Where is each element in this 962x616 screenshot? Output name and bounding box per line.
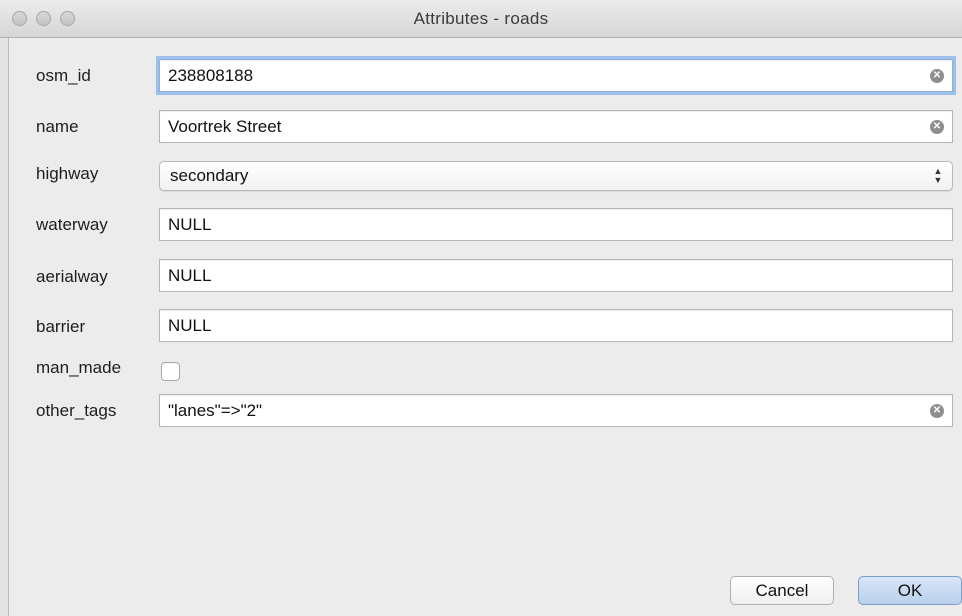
aerialway-field[interactable]: NULL [159,259,953,292]
clear-icon[interactable]: ✕ [930,404,944,418]
window-title: Attributes - roads [413,9,549,28]
other-tags-field[interactable]: "lanes"=>"2" ✕ [159,394,953,427]
ok-button[interactable]: OK [858,576,962,605]
barrier-label: barrier [36,317,86,336]
man-made-label: man_made [36,358,122,377]
cancel-button[interactable]: Cancel [730,576,834,605]
form-area: osm_id 238808188 ✕ name Voortrek Street … [10,38,962,616]
osm-id-value: 238808188 [168,66,254,85]
clear-icon[interactable]: ✕ [930,69,944,83]
attributes-dialog: Attributes - roads osm_id 238808188 ✕ na… [0,0,962,616]
highway-label: highway [36,164,99,183]
name-value: Voortrek Street [168,117,282,136]
clear-icon[interactable]: ✕ [930,120,944,134]
other-tags-value: "lanes"=>"2" [168,401,263,420]
osm-id-field[interactable]: 238808188 ✕ [159,59,953,92]
waterway-field[interactable]: NULL [159,208,953,241]
highway-selected-value: secondary [170,166,249,185]
other-tags-label: other_tags [36,401,117,420]
aerialway-label: aerialway [36,267,108,286]
barrier-value: NULL [168,316,212,335]
name-label: name [36,117,79,136]
window-left-edge [0,38,9,616]
waterway-label: waterway [36,215,108,234]
name-field[interactable]: Voortrek Street ✕ [159,110,953,143]
man-made-checkbox[interactable] [161,362,180,381]
up-down-arrows-icon: ▲ ▼ [933,166,943,185]
osm-id-label: osm_id [36,66,91,85]
barrier-field[interactable]: NULL [159,309,953,342]
title-bar[interactable]: Attributes - roads [0,0,962,38]
highway-select[interactable]: secondary ▲ ▼ [159,161,953,191]
waterway-value: NULL [168,215,212,234]
aerialway-value: NULL [168,266,212,285]
